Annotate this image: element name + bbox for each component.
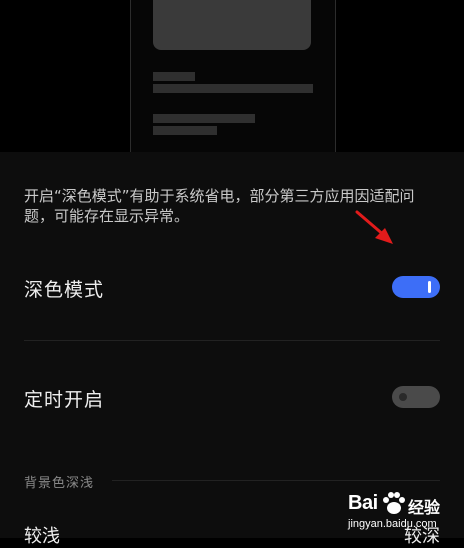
watermark-url: jingyan.baidu.com [348,518,437,530]
divider [24,340,440,341]
preview-line [153,114,255,123]
preview-line [153,84,313,93]
theme-preview [0,0,464,152]
dark-mode-toggle[interactable] [392,276,440,298]
preview-line [153,126,217,135]
paw-icon [383,492,405,514]
toggle-knob [428,281,431,293]
preview-line [153,72,195,81]
preview-phone-frame [130,0,336,152]
option-lighter[interactable]: 较浅 [24,522,60,548]
scheduled-label: 定时开启 [24,389,105,411]
toggle-knob [399,393,407,401]
background-depth-section-label: 背景色深浅 [24,476,95,491]
preview-card [153,0,311,50]
watermark: Bai 经验 jingyan.baidu.com [330,490,464,538]
watermark-logo-cn: 经验 [408,498,441,517]
dark-mode-label: 深色模式 [24,279,105,301]
annotation-arrow-icon [355,210,393,244]
section-divider [112,480,440,481]
scheduled-toggle[interactable] [392,386,440,408]
watermark-logo: Bai [348,492,378,514]
